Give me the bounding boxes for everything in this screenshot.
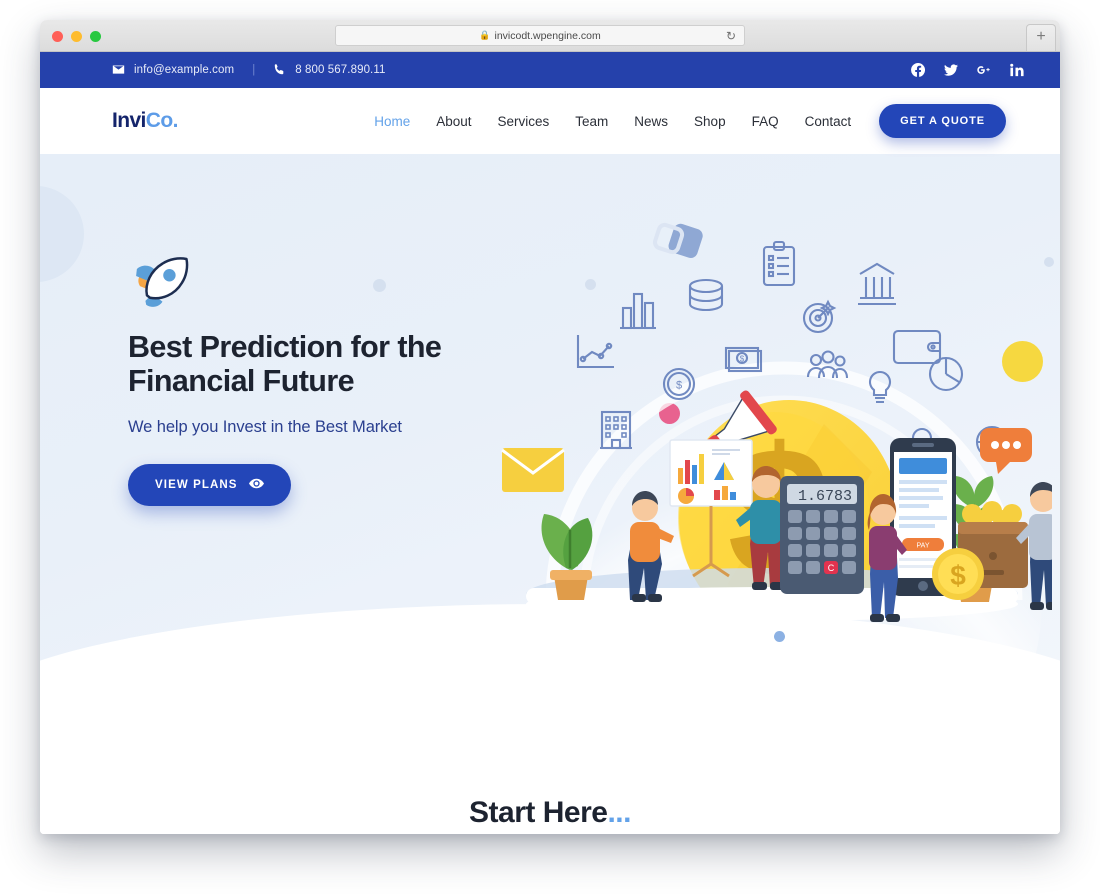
site-header: InviCo. Home About Services Team News Sh… [40, 88, 1060, 154]
window-maximize-button[interactable] [90, 31, 101, 42]
facebook-icon[interactable] [911, 63, 925, 77]
contact-separator: | [252, 64, 256, 76]
financial-investment-illustration: $ $ 1.6783 C PAY $ [492, 200, 1052, 670]
site-logo[interactable]: InviCo. [112, 109, 178, 133]
carousel-indicator-dot[interactable] [774, 631, 785, 642]
eye-icon [248, 478, 264, 492]
hero-subtitle: We help you Invest in the Best Market [128, 418, 402, 437]
svg-text:$: $ [950, 560, 966, 591]
get-a-quote-button[interactable]: GET A QUOTE [879, 104, 1006, 138]
svg-text:C: C [828, 563, 835, 573]
phone-link[interactable]: 8 800 567.890.11 [295, 64, 385, 76]
phone-pay-label: PAY [917, 543, 930, 550]
google-plus-icon[interactable] [977, 63, 991, 77]
svg-text:$: $ [676, 380, 682, 392]
hero-title-line2: Financial Future [128, 364, 355, 399]
twitter-icon[interactable] [944, 63, 958, 77]
contact-info-group: info@example.com | 8 800 567.890.11 [112, 63, 386, 77]
start-here-dots: ... [607, 796, 631, 829]
logo-primary-text: Invi [112, 109, 146, 132]
reload-icon[interactable]: ↻ [726, 29, 736, 43]
view-plans-label: VIEW PLANS [155, 479, 238, 492]
nav-item-news[interactable]: News [634, 114, 668, 129]
browser-window: 🔒 invicodt.wpengine.com ↻ + info@example… [40, 20, 1060, 834]
hero-section: Best Prediction for the Financial Future… [40, 154, 1060, 689]
nav-item-about[interactable]: About [436, 114, 471, 129]
page-viewport: info@example.com | 8 800 567.890.11 Invi… [40, 52, 1060, 834]
lock-icon: 🔒 [479, 30, 491, 40]
start-here-title: Start Here... [469, 796, 631, 834]
nav-item-faq[interactable]: FAQ [752, 114, 779, 129]
address-bar[interactable]: 🔒 invicodt.wpengine.com ↻ [335, 25, 745, 46]
calculator-display: 1.6783 [798, 488, 852, 505]
window-minimize-button[interactable] [71, 31, 82, 42]
browser-titlebar: 🔒 invicodt.wpengine.com ↻ + [40, 20, 1060, 52]
rocket-icon [128, 252, 558, 314]
new-tab-button[interactable]: + [1026, 24, 1056, 51]
linkedin-icon[interactable] [1010, 63, 1024, 77]
start-here-section: Start Here... [40, 689, 1060, 834]
nav-item-contact[interactable]: Contact [805, 114, 852, 129]
social-links [911, 63, 1024, 77]
phone-icon [273, 63, 286, 77]
hero-title: Best Prediction for the Financial Future [128, 330, 558, 398]
svg-text:$: $ [740, 355, 745, 364]
nav-item-team[interactable]: Team [575, 114, 608, 129]
logo-accent-text: Co. [145, 109, 179, 132]
top-info-bar: info@example.com | 8 800 567.890.11 [40, 52, 1060, 88]
view-plans-button[interactable]: VIEW PLANS [128, 464, 291, 507]
nav-item-shop[interactable]: Shop [694, 114, 726, 129]
decorative-blob-left [40, 186, 84, 282]
window-close-button[interactable] [52, 31, 63, 42]
envelope-icon [112, 63, 125, 77]
url-text: invicodt.wpengine.com [494, 29, 601, 42]
nav-item-home[interactable]: Home [374, 114, 410, 129]
hero-title-line1: Best Prediction for the [128, 330, 442, 364]
email-link[interactable]: info@example.com [134, 64, 234, 76]
start-here-text: Start Here [469, 796, 608, 829]
nav-item-services[interactable]: Services [498, 114, 550, 129]
main-navigation: Home About Services Team News Shop FAQ C… [374, 114, 851, 129]
hero-content: Best Prediction for the Financial Future… [128, 252, 558, 507]
